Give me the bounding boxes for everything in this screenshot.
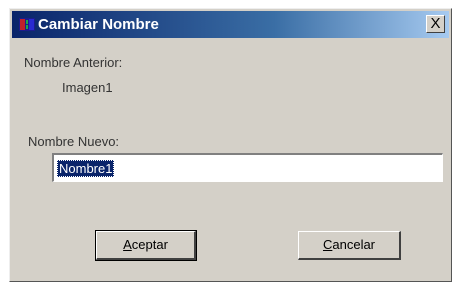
title-bar[interactable]: Cambiar Nombre X bbox=[12, 11, 449, 38]
new-name-input[interactable]: Nombre1 bbox=[52, 153, 443, 182]
new-name-label: Nombre Nuevo: bbox=[28, 134, 120, 149]
cancel-label: ancelar bbox=[332, 237, 376, 252]
accept-button[interactable]: Aceptar bbox=[95, 230, 197, 261]
old-name-value: Imagen1 bbox=[62, 80, 113, 95]
close-icon: X bbox=[430, 15, 441, 32]
close-button[interactable]: X bbox=[426, 15, 445, 33]
old-name-label: Nombre Anterior: bbox=[24, 55, 123, 70]
accept-label: ceptar bbox=[131, 237, 168, 252]
rename-dialog: Cambiar Nombre X Nombre Anterior: Imagen… bbox=[9, 8, 452, 282]
dialog-title: Cambiar Nombre bbox=[38, 16, 159, 33]
cancel-mnemonic: C bbox=[322, 237, 333, 252]
new-name-input-value: Nombre1 bbox=[57, 160, 115, 177]
accept-mnemonic: A bbox=[123, 237, 132, 252]
cancel-button[interactable]: Cancelar bbox=[298, 231, 401, 260]
app-window-icon bbox=[19, 18, 35, 31]
